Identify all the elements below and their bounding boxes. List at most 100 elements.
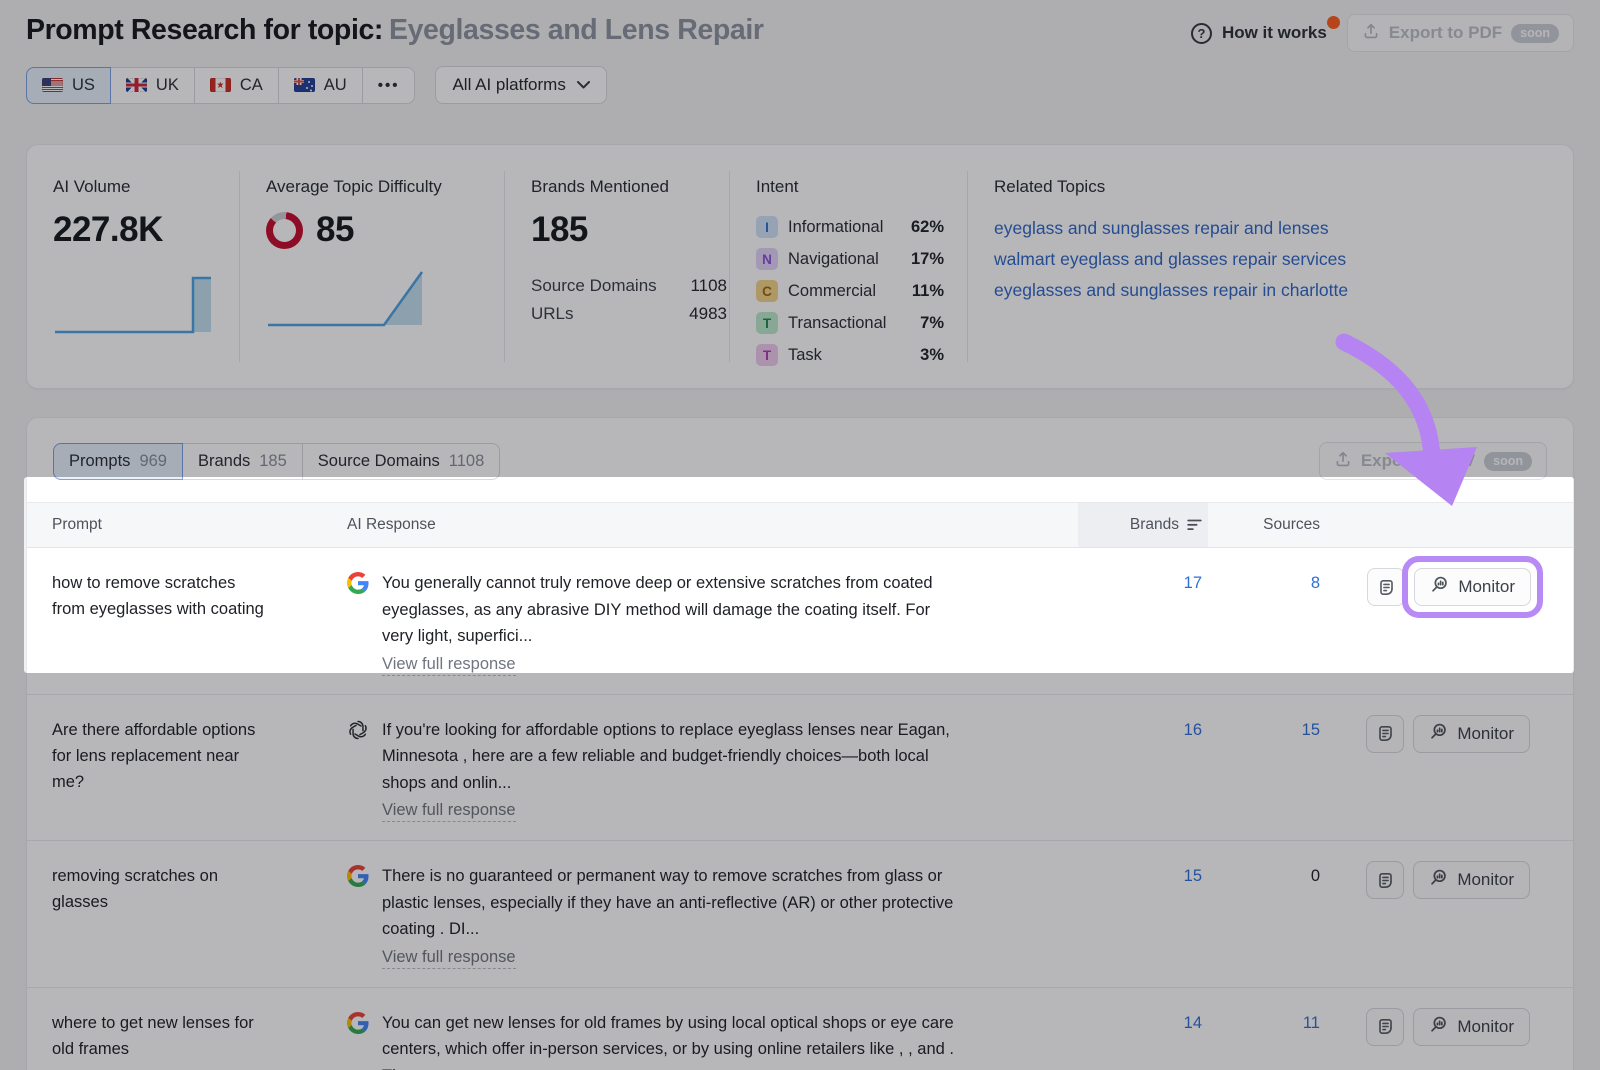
table-row: where to get new lenses for old framesYo… [27,988,1573,1070]
google-icon [347,865,369,887]
notification-dot [1327,16,1340,29]
intent-name: Transactional [788,314,886,333]
brands-count[interactable]: 16 [1078,717,1208,823]
column-header-brands[interactable]: Brands [1078,503,1208,547]
column-header-brands-label: Brands [1130,516,1179,534]
tab-label: Brands [198,452,250,471]
prompts-list-card: Prompts969Brands185Source Domains1108 Ex… [26,417,1574,1070]
sort-descending-icon [1187,519,1202,531]
tab-count: 1108 [449,452,484,471]
ai-response-text-wrap: You can get new lenses for old frames by… [382,1010,954,1070]
country-tab-uk[interactable]: UK [110,67,195,104]
monitor-button[interactable]: Monitor [1413,861,1530,899]
country-tab-ca[interactable]: CA [194,67,279,104]
brands-mentioned-label: Brands Mentioned [531,177,729,197]
ai-response-text: You generally cannot truly remove deep o… [382,570,933,650]
ai-volume-label: AI Volume [53,177,239,197]
page-title-prefix: Prompt Research for topic: [26,14,383,46]
ca-flag-icon [210,78,231,92]
view-full-response-link[interactable]: View full response [382,801,516,822]
row-actions: Monitor [1328,568,1573,676]
intent-row: NNavigational17% [756,243,944,275]
brands-mentioned-value: 185 [531,210,729,250]
sources-count[interactable]: 8 [1208,570,1328,676]
country-tab-label: AU [324,76,347,95]
intent-row: TTask3% [756,339,944,371]
brands-count[interactable]: 17 [1078,570,1208,676]
intent-row: CCommercial11% [756,275,944,307]
stat-detail-label: Source Domains [531,276,657,296]
related-topic-link[interactable]: eyeglasses and sunglasses repair in char… [994,275,1348,306]
how-it-works-link[interactable]: ? How it works [1191,23,1327,44]
sources-count[interactable]: 15 [1208,717,1328,823]
ai-platform-filter[interactable]: All AI platforms [435,66,606,104]
tab-brands[interactable]: Brands 185 [182,443,303,480]
intent-row: IInformational62% [756,211,944,243]
tab-count: 969 [139,452,167,471]
tab-source-domains[interactable]: Source Domains 1108 [302,443,500,480]
us-flag-icon [42,78,63,92]
table-header: Prompt AI Response Brands Sources [27,502,1573,548]
stat-detail-value: 4983 [689,304,727,324]
related-topic-link[interactable]: eyeglass and sunglasses repair and lense… [994,213,1329,244]
copy-response-button[interactable] [1366,715,1404,753]
related-topics-list: eyeglass and sunglasses repair and lense… [994,213,1573,306]
copy-response-button[interactable] [1366,861,1404,899]
view-full-response-link[interactable]: View full response [382,655,516,676]
monitor-icon [1429,722,1448,746]
sources-count: 0 [1208,863,1328,969]
brands-count[interactable]: 14 [1078,1010,1208,1070]
more-countries-button[interactable]: ••• [362,67,416,104]
table-row: how to remove scratches from eyeglasses … [27,548,1573,695]
intent-name: Task [788,346,822,365]
copy-response-button[interactable] [1366,1008,1404,1046]
tab-prompts[interactable]: Prompts969 [53,443,183,480]
monitor-icon [1430,575,1449,599]
ai-response-cell: There is no guaranteed or permanent way … [347,863,1078,969]
intent-percent: 11% [912,282,944,301]
tab-count: 185 [259,452,287,471]
intent-percent: 62% [911,218,944,237]
intent-row: TTransactional7% [756,307,944,339]
ai-response-text: You can get new lenses for old frames by… [382,1010,954,1070]
topic-name: Eyeglasses and Lens Repair [389,14,764,46]
uk-flag-icon [126,78,147,92]
intent-label: Intent [756,177,967,197]
google-icon [347,572,369,594]
how-it-works-label: How it works [1222,23,1327,43]
monitor-button-label: Monitor [1457,724,1514,744]
country-tab-us[interactable]: US [26,67,111,104]
tab-label: Source Domains [318,452,440,471]
topic-difficulty-label: Average Topic Difficulty [266,177,504,197]
stat-detail-value: 1108 [690,276,727,296]
country-tab-au[interactable]: AU [278,67,363,104]
monitor-button[interactable]: Monitor [1413,1008,1530,1046]
country-tab-label: US [72,76,95,95]
export-pdf-label: Export to PDF [1389,23,1502,43]
intent-percent: 7% [920,314,944,333]
export-csv-button[interactable]: Export to CSV soon [1319,442,1547,480]
chevron-down-icon [577,81,590,89]
country-tab-label: CA [240,76,263,95]
copy-response-button[interactable] [1367,568,1405,606]
intent-name: Commercial [788,282,876,301]
export-pdf-button[interactable]: Export to PDF soon [1347,14,1574,52]
brands-count[interactable]: 15 [1078,863,1208,969]
monitor-button[interactable]: Monitor [1414,568,1531,606]
brands-mentioned-details: Source Domains1108URLs4983 [531,276,727,324]
upload-icon [1362,22,1380,45]
country-tab-label: UK [156,76,179,95]
intent-badge: I [756,216,778,238]
row-actions: Monitor [1328,1008,1573,1070]
stat-detail-row: Source Domains 1108 [531,276,727,296]
monitor-button[interactable]: Monitor [1413,715,1530,753]
monitor-highlight-ring: Monitor [1402,556,1543,618]
related-topic-link[interactable]: walmart eyeglass and glasses repair serv… [994,244,1346,275]
prompt-cell: how to remove scratches from eyeglasses … [27,570,347,676]
ai-volume-sparkline [53,271,213,335]
sources-count[interactable]: 11 [1208,1010,1328,1070]
ai-response-text-wrap: You generally cannot truly remove deep o… [382,570,933,676]
soon-badge: soon [1484,452,1532,471]
view-full-response-link[interactable]: View full response [382,948,516,969]
monitor-button-label: Monitor [1457,1017,1514,1037]
